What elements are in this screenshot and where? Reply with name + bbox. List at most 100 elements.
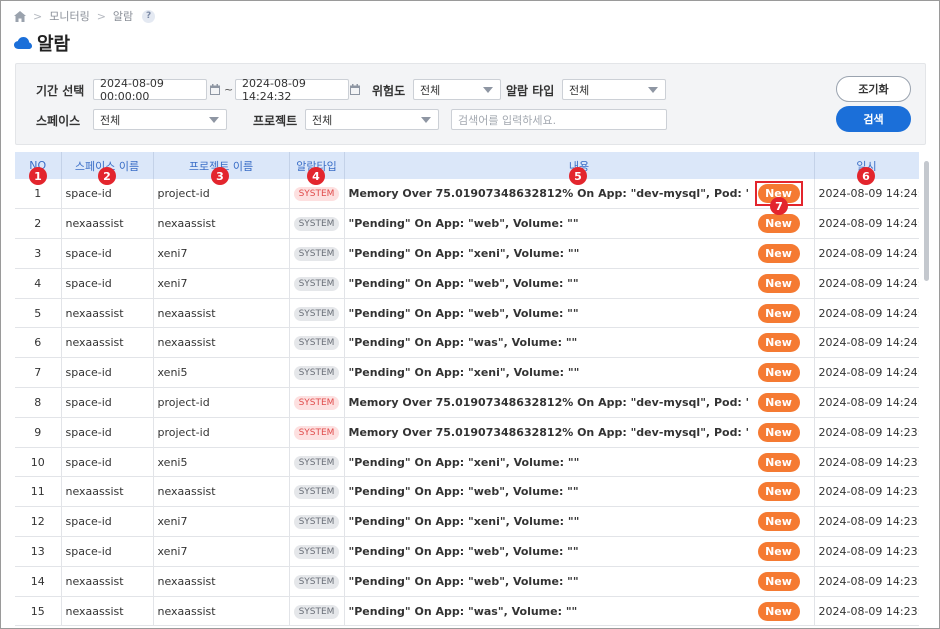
severity-select[interactable]: 전체 <box>413 79 501 100</box>
table-row[interactable]: 14 nexaassist nexaassist SYSTEM "Pending" On… <box>15 566 919 597</box>
new-badge[interactable]: New <box>757 542 800 562</box>
new-badge[interactable]: New <box>757 452 800 472</box>
table-row[interactable]: 15 nexaassist nexaassist SYSTEM "Pending" On… <box>15 596 919 627</box>
table-row[interactable]: 10 space-id xeni5 SYSTEM "Pending" On App: "… <box>15 447 919 478</box>
cell-no: 8 <box>15 387 62 418</box>
space-select[interactable]: 전체 <box>93 109 227 130</box>
new-badge[interactable]: New <box>757 273 800 293</box>
table-header: NO 스페이스 이름 프로젝트 이름 알람타입 내용 일시 <box>15 152 919 179</box>
breadcrumb-item-monitoring[interactable]: 모니터링 <box>49 8 89 24</box>
cell-content: "Pending" On App: "was", Volume: "" New <box>344 327 815 359</box>
cell-datetime: 2024-08-09 14:24:13 <box>814 208 919 240</box>
cell-datetime: 2024-08-09 14:24:13 <box>814 357 919 389</box>
new-badge[interactable]: New <box>757 363 800 383</box>
annotation-marker: 3 <box>211 167 229 185</box>
cell-content: "Pending" On App: "xeni", Volume: "" New <box>344 238 815 269</box>
cell-no: 13 <box>15 536 62 567</box>
alarm-type-badge: SYSTEM <box>293 515 340 530</box>
table-row[interactable]: 4 space-id xeni7 SYSTEM "Pending" On App: "w… <box>15 268 919 299</box>
help-icon[interactable]: ? <box>142 9 156 23</box>
alarm-content-text: "Pending" On App: "was", Volume: "" <box>348 336 578 350</box>
table-row[interactable]: 5 nexaassist nexaassist SYSTEM "Pending" On … <box>15 298 919 329</box>
alarm-content-text: Memory Over 75.01907348632812% On App: "… <box>348 425 749 439</box>
calendar-icon[interactable] <box>350 84 360 95</box>
new-badge[interactable]: New <box>757 393 800 413</box>
alarm-type-badge: SYSTEM <box>293 425 340 440</box>
breadcrumb-separator: > <box>33 9 43 23</box>
breadcrumb-item-alarm: 알람 <box>112 10 134 23</box>
filter-panel: 기간 선택 2024-08-09 00:00:00 ~ 2024-08-09 1… <box>15 63 926 145</box>
new-badge[interactable]: New <box>757 422 800 442</box>
cell-datetime: 2024-08-09 14:23:43 <box>814 417 919 448</box>
table-row[interactable]: 3 space-id xeni7 SYSTEM "Pending" On App: "x… <box>15 238 919 269</box>
cell-datetime: 2024-08-09 14:23:43 <box>814 566 919 597</box>
cell-project: project-id <box>153 387 290 418</box>
new-badge[interactable]: New <box>757 214 800 234</box>
new-badge[interactable]: New <box>757 482 800 502</box>
cell-alarm-type: SYSTEM <box>289 238 345 269</box>
alarm-content-text: "Pending" On App: "xeni", Volume: "" <box>348 366 580 380</box>
cell-content: "Pending" On App: "web", Volume: "" New <box>344 208 815 240</box>
reset-button[interactable]: 조기화 <box>836 76 911 102</box>
new-badge[interactable]: New <box>757 512 800 532</box>
alarm-content-text: "Pending" On App: "web", Volume: "" <box>348 217 579 231</box>
start-date-input[interactable]: 2024-08-09 00:00:00 <box>93 77 207 103</box>
cell-space: space-id <box>61 506 154 538</box>
alarm-content-text: "Pending" On App: "web", Volume: "" <box>348 574 579 588</box>
table-scrollbar[interactable] <box>924 161 929 281</box>
end-date-input[interactable]: 2024-08-09 14:24:32 <box>235 77 349 103</box>
cell-space: space-id <box>61 417 154 448</box>
cell-content: Memory Over 75.01907348632812% On App: "… <box>344 387 815 418</box>
cell-alarm-type: SYSTEM <box>289 417 345 448</box>
table-row[interactable]: 11 nexaassist nexaassist SYSTEM "Pending" On… <box>15 476 919 508</box>
table-row[interactable]: 12 space-id xeni7 SYSTEM "Pending" On App: "… <box>15 506 919 538</box>
cell-alarm-type: SYSTEM <box>289 596 345 627</box>
alarm-type-select[interactable]: 전체 <box>562 79 666 100</box>
space-select-value: 전체 <box>100 113 121 127</box>
new-badge[interactable]: New <box>757 303 800 323</box>
cell-alarm-type: SYSTEM <box>289 506 345 538</box>
calendar-icon[interactable] <box>210 84 220 95</box>
cell-content: Memory Over 75.01907348632812% On App: "… <box>344 417 815 448</box>
alarm-type-badge: SYSTEM <box>293 395 340 410</box>
cell-content: "Pending" On App: "web", Volume: "" New <box>344 536 815 567</box>
annotation-marker: 1 <box>29 167 47 185</box>
table-row[interactable]: 7 space-id xeni5 SYSTEM "Pending" On App: "x… <box>15 357 919 389</box>
cell-alarm-type: SYSTEM <box>289 476 345 508</box>
annotation-marker: 2 <box>98 167 116 185</box>
cell-space: nexaassist <box>61 566 154 597</box>
new-badge[interactable]: New <box>757 333 800 353</box>
chevron-down-icon <box>209 117 219 123</box>
table-row[interactable]: 13 space-id xeni7 SYSTEM "Pending" On App: "… <box>15 536 919 567</box>
annotation-marker: 6 <box>857 167 875 185</box>
page-title: 알람 <box>37 34 71 55</box>
cell-alarm-type: SYSTEM <box>289 327 345 359</box>
new-badge[interactable]: New <box>757 571 800 591</box>
alarm-type-select-value: 전체 <box>569 83 590 97</box>
search-input[interactable]: 검색어를 입력하세요. <box>451 109 667 130</box>
project-select[interactable]: 전체 <box>305 109 439 130</box>
cell-no: 9 <box>15 417 62 448</box>
cell-no: 6 <box>15 327 62 359</box>
home-icon[interactable] <box>14 10 26 22</box>
cell-project: nexaassist <box>153 596 290 627</box>
new-badge[interactable]: New <box>757 601 800 621</box>
table-row[interactable]: 8 space-id project-id SYSTEM Memory Over 75.… <box>15 387 919 418</box>
cell-datetime: 2024-08-09 14:23:43 <box>814 476 919 508</box>
cell-alarm-type: SYSTEM <box>289 536 345 567</box>
alarm-content-text: Memory Over 75.01907348632812% On App: "… <box>348 187 749 201</box>
project-label: 프로젝트 <box>253 114 298 128</box>
cell-no: 7 <box>15 357 62 389</box>
table-row[interactable]: 6 nexaassist nexaassist SYSTEM "Pending" On … <box>15 327 919 359</box>
cell-project: xeni7 <box>153 238 290 269</box>
cell-content: "Pending" On App: "web", Volume: "" New <box>344 476 815 508</box>
cell-no: 14 <box>15 566 62 597</box>
cell-project: project-id <box>153 417 290 448</box>
cell-no: 11 <box>15 476 62 508</box>
breadcrumb-separator: > <box>96 9 106 23</box>
table-row[interactable]: 9 space-id project-id SYSTEM Memory Over 75.… <box>15 417 919 448</box>
new-badge[interactable]: New <box>757 244 800 264</box>
alarm-content-text: "Pending" On App: "web", Volume: "" <box>348 485 579 499</box>
search-button[interactable]: 검색 <box>836 106 911 132</box>
alarm-type-badge: SYSTEM <box>293 306 340 321</box>
